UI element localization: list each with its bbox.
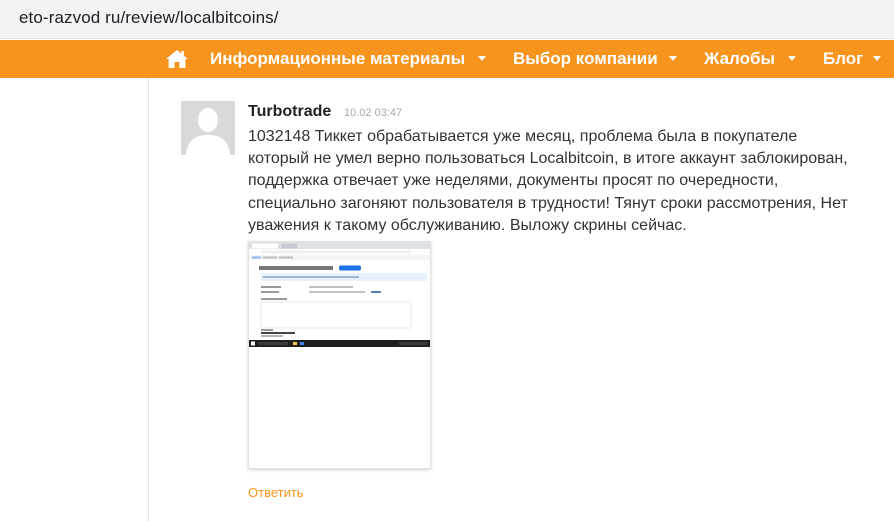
review-text-line: уважения к такому обслуживанию. Выложу с…	[248, 216, 687, 234]
caret-down-icon[interactable]	[669, 56, 677, 61]
main-nav-bar: Информационные материалы Выбор компании …	[0, 40, 894, 78]
review-text-line: специально загоняют пользователя в трудн…	[248, 194, 848, 212]
review-timestamp: 10.02 03:47	[344, 107, 403, 119]
default-user-avatar-icon	[181, 101, 235, 155]
browser-address-bar[interactable]: eto-razvod ru/review/localbitcoins/	[0, 0, 894, 39]
caret-down-icon[interactable]	[788, 56, 796, 61]
home-icon[interactable]	[166, 50, 188, 68]
nav-item-company-choice[interactable]: Выбор компании	[513, 49, 658, 69]
screenshot-thumbnail[interactable]	[248, 241, 431, 469]
review-author[interactable]: Turbotrade	[248, 103, 331, 121]
nav-item-info-materials[interactable]: Информационные материалы	[210, 49, 465, 69]
review-text-line: 1032148 Тиккет обрабатывается уже месяц,…	[248, 128, 798, 145]
review-text-line: поддержка отвечает уже неделями, докумен…	[248, 172, 779, 190]
reply-link[interactable]: Ответить	[248, 485, 304, 500]
caret-down-icon[interactable]	[873, 56, 881, 61]
review-text-line: который не умел верно пользоваться Local…	[248, 150, 848, 168]
review-text: 1032148 Тиккет обрабатывается уже месяц,…	[248, 126, 848, 237]
nav-item-blog[interactable]: Блог	[823, 49, 863, 69]
screenshot-thumbnail-image	[249, 242, 430, 468]
url-text[interactable]: eto-razvod ru/review/localbitcoins/	[19, 8, 279, 28]
caret-down-icon[interactable]	[478, 56, 486, 61]
nav-item-complaints[interactable]: Жалобы	[704, 49, 775, 69]
